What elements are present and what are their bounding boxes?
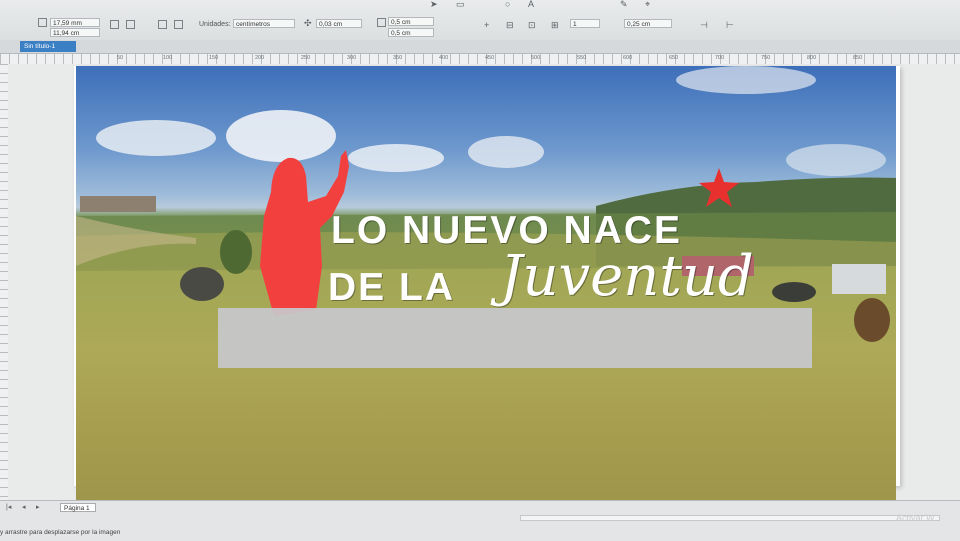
activation-watermark: Activar W <box>896 513 935 523</box>
flip-icon[interactable] <box>174 20 183 29</box>
landscape-illustration <box>76 66 896 522</box>
object-height-field[interactable]: 11,94 cm <box>50 28 100 37</box>
rectangle-tool-icon[interactable]: ▭ <box>456 0 465 9</box>
ruler-tick: 650 <box>669 55 679 61</box>
mirror-icon[interactable] <box>126 20 135 29</box>
building <box>832 264 886 294</box>
cloud <box>348 144 444 172</box>
ruler-tick: 800 <box>807 55 817 61</box>
object-width-field[interactable]: 17,59 mm <box>50 18 100 27</box>
ruler-tick: 200 <box>255 55 265 61</box>
duplicate-x-field[interactable]: 0,5 cm <box>388 17 434 26</box>
bush <box>220 230 252 274</box>
cloud <box>786 144 886 176</box>
headline-script-word[interactable]: Juventud <box>500 244 754 309</box>
pen-tool-icon[interactable]: ✎ <box>620 0 628 9</box>
ruler-tick: 600 <box>623 55 633 61</box>
building <box>80 196 156 212</box>
add-icon[interactable]: + <box>484 21 489 30</box>
headline-line-2[interactable]: DE LA <box>328 266 455 310</box>
page-next-icon[interactable]: ▸ <box>36 503 40 512</box>
outline-width-field[interactable]: 0,25 cm <box>624 19 672 28</box>
ruler-tick: 150 <box>209 55 219 61</box>
status-hint: y arrastre para desplazarse por la image… <box>0 529 121 536</box>
lock-ratio-icon[interactable] <box>110 20 119 29</box>
ruler-tick: 550 <box>577 55 587 61</box>
text-tool-icon[interactable]: A <box>528 0 534 9</box>
cloud <box>226 110 336 162</box>
document-tab-strip: Sin título-1 <box>0 40 960 54</box>
tab-document[interactable]: Sin título-1 <box>20 41 76 52</box>
group-icon[interactable]: ⊞ <box>551 21 559 30</box>
vehicle <box>772 282 816 302</box>
ruler-tick: 750 <box>761 55 771 61</box>
ruler-tick: 250 <box>301 55 311 61</box>
rock <box>180 267 224 301</box>
property-bar: 17,59 mm 11,94 cm Unidades: centímetros … <box>0 0 960 41</box>
page-first-icon[interactable]: |◂ <box>6 503 11 512</box>
ruler-tick: 700 <box>715 55 725 61</box>
stump <box>854 298 890 342</box>
page-number-field[interactable]: 1 <box>570 19 600 28</box>
ruler-tick: 500 <box>531 55 541 61</box>
cloud <box>468 136 544 168</box>
ruler-tick: 400 <box>439 55 449 61</box>
ruler-tick: 850 <box>853 55 863 61</box>
horizontal-scrollbar[interactable] <box>520 515 940 521</box>
cloud <box>676 66 816 94</box>
nudge-distance-field[interactable]: 0,03 cm <box>316 19 362 28</box>
wrap-icon[interactable]: ⊣ <box>700 21 708 30</box>
ruler-tick: 100 <box>163 55 173 61</box>
eyedropper-icon[interactable]: ⌖ <box>645 0 650 9</box>
pointer-tool-icon[interactable]: ➤ <box>430 0 438 9</box>
units-select[interactable]: centímetros <box>233 19 295 28</box>
transform-icon[interactable]: ⊡ <box>528 21 536 30</box>
cloud <box>96 120 216 156</box>
duplicate-x-icon <box>377 18 386 27</box>
align-icon[interactable]: ⊟ <box>506 21 514 30</box>
nudge-icon: ✣ <box>304 18 312 28</box>
duplicate-y-field[interactable]: 0,5 cm <box>388 28 434 37</box>
units-label: Unidades: <box>199 21 231 28</box>
background-photo[interactable] <box>76 66 896 522</box>
ruler-tick: 300 <box>347 55 357 61</box>
options-icon[interactable]: ⊢ <box>726 21 734 30</box>
rotate-icon[interactable] <box>158 20 167 29</box>
caption-bar[interactable] <box>218 308 812 368</box>
status-bar: |◂ ◂ ▸ Página 1 y arrastre para desplaza… <box>0 500 960 541</box>
ruler-tick: 50 <box>117 55 124 61</box>
ruler-tick: 450 <box>485 55 495 61</box>
page-tab[interactable]: Página 1 <box>60 503 96 512</box>
width-icon <box>38 18 47 27</box>
ruler-tick: 350 <box>393 55 403 61</box>
ellipse-tool-icon[interactable]: ○ <box>505 0 510 9</box>
page-prev-icon[interactable]: ◂ <box>22 503 26 512</box>
